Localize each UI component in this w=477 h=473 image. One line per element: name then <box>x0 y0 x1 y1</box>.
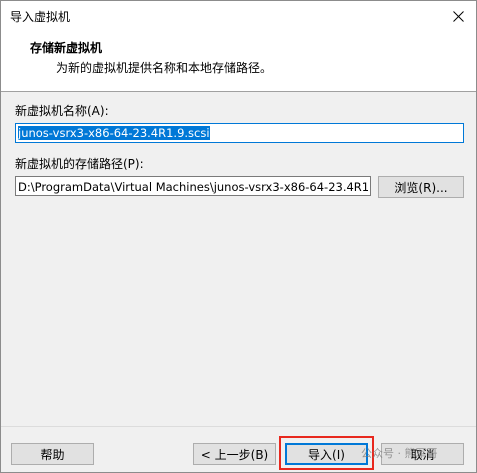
back-button[interactable]: < 上一步(B) <box>193 443 276 465</box>
header-subtitle: 为新的虚拟机提供名称和本地存储路径。 <box>56 61 273 75</box>
browse-button[interactable]: 浏览(R)... <box>378 176 464 198</box>
window-title: 导入虚拟机 <box>10 10 71 24</box>
footer-divider <box>1 426 476 427</box>
title-bar: 导入虚拟机 <box>1 1 476 31</box>
import-vm-dialog: 导入虚拟机 存储新虚拟机 为新的虚拟机提供名称和本地存储路径。 新虚拟机名称(A… <box>0 0 477 473</box>
wizard-header: 存储新虚拟机 为新的虚拟机提供名称和本地存储路径。 <box>1 31 476 92</box>
help-button[interactable]: 帮助 <box>11 443 94 465</box>
vm-path-input[interactable]: D:\ProgramData\Virtual Machines\junos-vs… <box>15 176 371 196</box>
vm-name-label: 新虚拟机名称(A): <box>15 104 109 118</box>
vm-name-value: junos-vsrx3-x86-64-23.4R1.9.scsi <box>18 126 210 140</box>
vm-path-label: 新虚拟机的存储路径(P): <box>15 157 144 171</box>
vm-path-value: D:\ProgramData\Virtual Machines\junos-vs… <box>18 180 371 194</box>
vm-name-input[interactable]: junos-vsrx3-x86-64-23.4R1.9.scsi <box>15 123 464 143</box>
header-title: 存储新虚拟机 <box>30 41 103 55</box>
import-button[interactable]: 导入(I) <box>285 443 368 465</box>
close-button[interactable] <box>440 1 476 31</box>
cancel-button[interactable]: 取消 <box>381 443 464 465</box>
close-icon <box>452 10 464 22</box>
